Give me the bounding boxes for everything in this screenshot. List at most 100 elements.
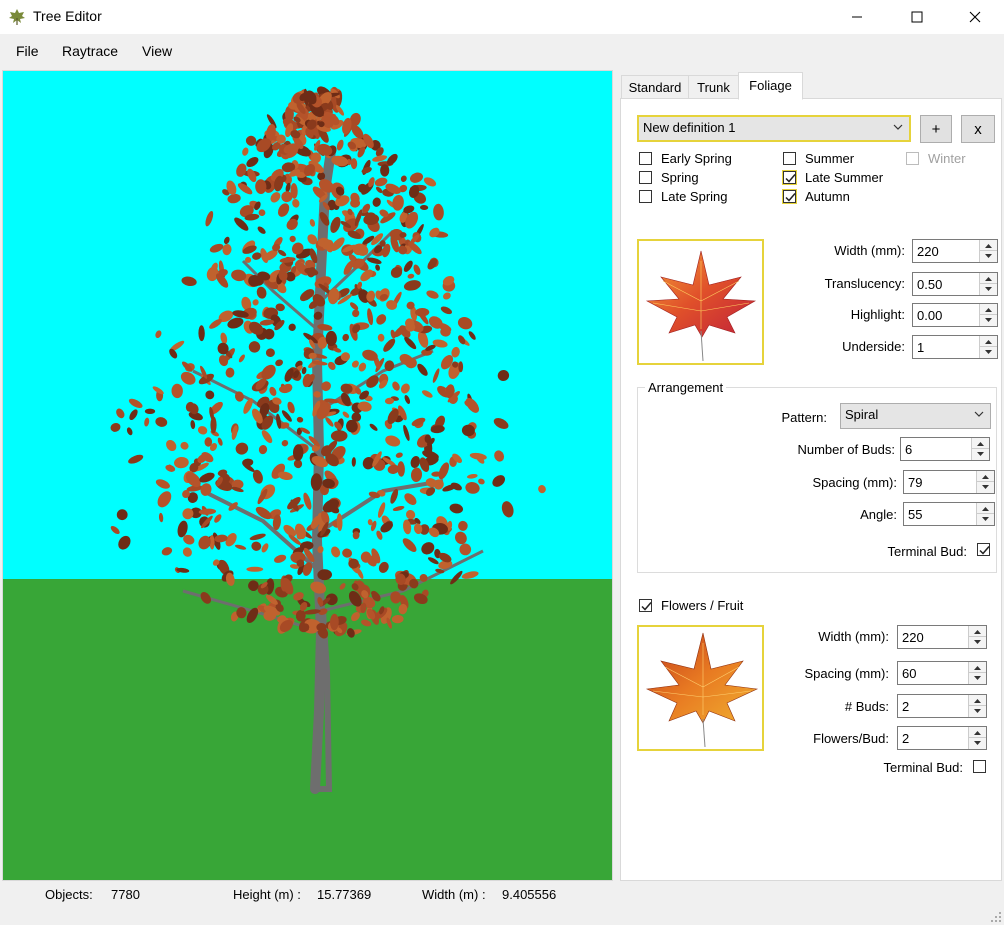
remove-definition-button[interactable]: x <box>961 115 995 143</box>
leaf-width-label: Width (mm): <box>834 243 905 258</box>
resize-grip-icon[interactable] <box>990 911 1002 923</box>
flower-width-label: Width (mm): <box>818 629 889 644</box>
highlight-label: Highlight: <box>850 307 905 322</box>
spin-up-icon[interactable] <box>977 503 994 514</box>
spin-down-icon[interactable] <box>972 449 989 460</box>
underside-spinner[interactable]: 1 <box>912 335 998 359</box>
spin-up-icon[interactable] <box>980 273 997 284</box>
close-button[interactable] <box>946 0 1004 34</box>
pattern-select[interactable]: Spiral <box>840 403 991 429</box>
pattern-label: Pattern: <box>781 410 827 425</box>
spacing-spinner[interactable]: 79 <box>903 470 995 494</box>
season-label: Summer <box>805 151 855 166</box>
menu-bar: File Raytrace View <box>0 34 1004 68</box>
minimize-button[interactable] <box>828 0 886 34</box>
flowers-per-bud-spinner[interactable]: 2 <box>897 726 987 750</box>
arrangement-title: Arrangement <box>645 380 727 395</box>
season-checkbox[interactable] <box>782 189 797 204</box>
leaf-cluster <box>144 408 156 414</box>
translucency-label: Translucency: <box>824 276 905 291</box>
flower-spacing-spinner[interactable]: 60 <box>897 661 987 685</box>
spin-down-icon[interactable] <box>977 514 994 525</box>
spin-down-icon[interactable] <box>980 315 997 326</box>
flower-buds-value: 2 <box>902 699 910 714</box>
menu-file[interactable]: File <box>16 43 39 59</box>
spin-up-icon[interactable] <box>977 471 994 482</box>
spin-up-icon[interactable] <box>969 695 986 706</box>
flower-terminal-bud-label: Terminal Bud: <box>883 760 963 775</box>
spin-down-icon[interactable] <box>969 738 986 749</box>
spin-up-icon[interactable] <box>969 727 986 738</box>
spin-down-icon[interactable] <box>980 284 997 295</box>
checkmark-icon <box>641 602 652 611</box>
spin-down-icon[interactable] <box>977 482 994 493</box>
flower-terminal-bud-checkbox[interactable] <box>973 760 986 773</box>
season-checkbox[interactable] <box>782 170 797 185</box>
checkmark-icon <box>785 193 796 202</box>
spin-up-icon[interactable] <box>980 240 997 251</box>
spin-up-icon[interactable] <box>969 662 986 673</box>
flower-leaf-image <box>645 632 759 748</box>
pattern-value: Spiral <box>845 407 879 422</box>
angle-value: 55 <box>908 507 923 522</box>
checkmark-icon <box>979 546 990 555</box>
width-value: 9.405556 <box>502 887 557 902</box>
spin-down-icon[interactable] <box>969 673 986 684</box>
spin-up-icon[interactable] <box>972 438 989 449</box>
season-checkbox[interactable] <box>639 152 652 165</box>
translucency-value: 0.50 <box>917 277 943 292</box>
buds-label: Number of Buds: <box>797 442 895 457</box>
season-label: Late Summer <box>805 170 884 185</box>
spin-up-icon[interactable] <box>980 336 997 347</box>
flowers-fruit-checkbox[interactable] <box>639 599 652 612</box>
season-checkbox[interactable] <box>783 152 796 165</box>
tab-foliage[interactable]: Foliage <box>738 72 803 100</box>
season-checkbox[interactable] <box>639 171 652 184</box>
spin-down-icon[interactable] <box>980 347 997 358</box>
buds-value: 6 <box>905 442 913 457</box>
tab-trunk[interactable]: Trunk <box>688 75 739 99</box>
season-checkbox <box>906 152 919 165</box>
terminal-bud-checkbox[interactable] <box>977 543 990 556</box>
definition-select[interactable]: New definition 1 <box>637 115 911 142</box>
angle-spinner[interactable]: 55 <box>903 502 995 526</box>
spin-up-icon[interactable] <box>980 304 997 315</box>
leaf-width-spinner[interactable]: 220 <box>912 239 998 263</box>
leaf-cluster <box>458 361 464 373</box>
leaf-cluster <box>116 509 128 521</box>
flower-texture-preview[interactable] <box>637 625 764 751</box>
season-checkbox[interactable] <box>639 190 652 203</box>
buds-spinner[interactable]: 6 <box>900 437 990 461</box>
width-label: Width (m) : <box>422 887 486 902</box>
maximize-icon <box>911 11 923 23</box>
flowers-per-bud-label: Flowers/Bud: <box>813 731 889 746</box>
season-label: Spring <box>661 170 699 185</box>
season-label: Winter <box>928 151 966 166</box>
spin-down-icon[interactable] <box>969 706 986 717</box>
spin-down-icon[interactable] <box>980 251 997 262</box>
spacing-label: Spacing (mm): <box>812 475 897 490</box>
status-bar: Objects: 7780 Height (m) : 15.77369 Widt… <box>0 882 1004 925</box>
underside-label: Underside: <box>842 339 905 354</box>
add-definition-button[interactable]: + <box>920 115 952 143</box>
window-title: Tree Editor <box>33 8 102 24</box>
underside-value: 1 <box>917 340 925 355</box>
menu-view[interactable]: View <box>142 43 172 59</box>
flower-width-value: 220 <box>902 630 924 645</box>
spin-up-icon[interactable] <box>969 626 986 637</box>
tab-standard[interactable]: Standard <box>621 75 689 99</box>
flower-width-spinner[interactable]: 220 <box>897 625 987 649</box>
menu-raytrace[interactable]: Raytrace <box>62 43 118 59</box>
leaf-texture-preview[interactable] <box>637 239 764 365</box>
leaf-cluster <box>210 416 217 434</box>
spin-down-icon[interactable] <box>969 637 986 648</box>
maximize-button[interactable] <box>888 0 946 34</box>
highlight-spinner[interactable]: 0.00 <box>912 303 998 327</box>
close-icon <box>969 11 981 23</box>
flowers-per-bud-value: 2 <box>902 731 910 746</box>
flower-buds-spinner[interactable]: 2 <box>897 694 987 718</box>
definition-value: New definition 1 <box>643 120 736 135</box>
translucency-spinner[interactable]: 0.50 <box>912 272 998 296</box>
chevron-down-icon <box>974 411 984 417</box>
tree-viewport[interactable] <box>2 70 613 881</box>
